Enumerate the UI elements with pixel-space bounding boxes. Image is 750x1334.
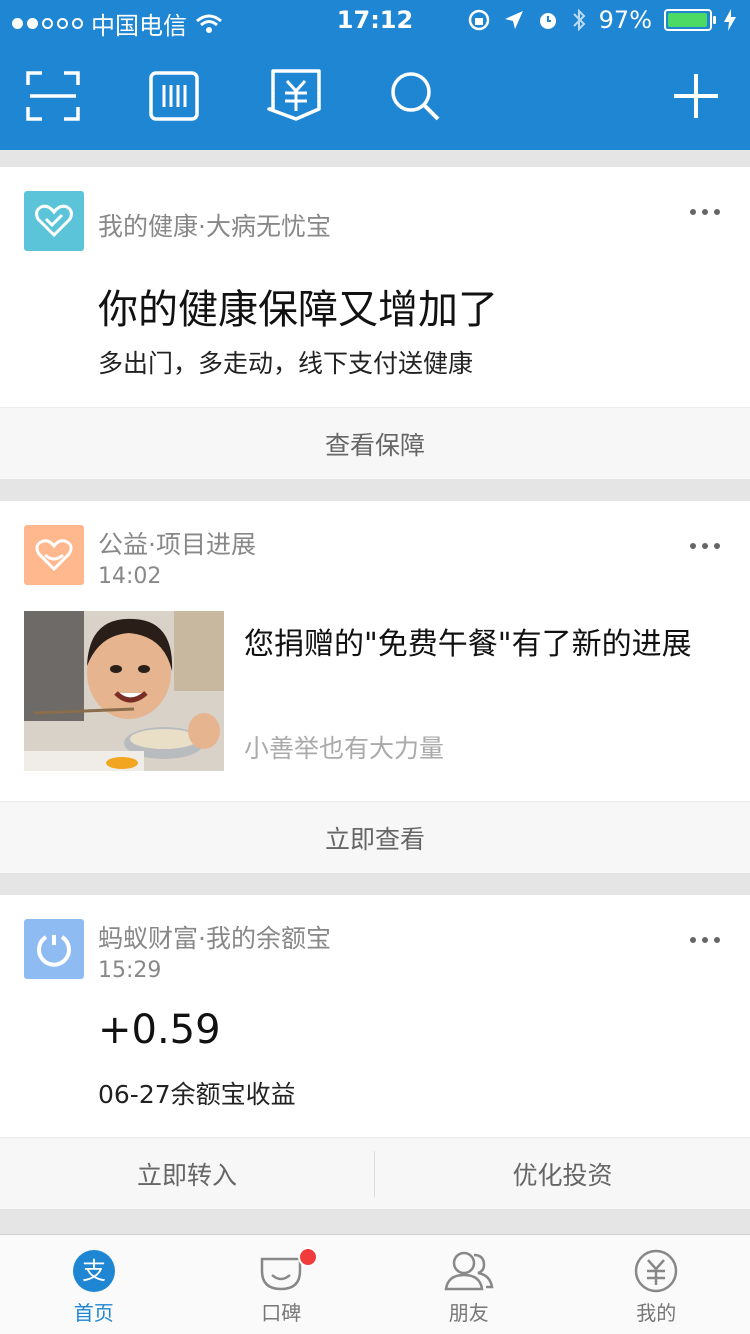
- view-now-button[interactable]: 立即查看: [0, 801, 750, 873]
- yuebao-card[interactable]: 蚂蚁财富·我的余额宝 15:29 +0.59 06-27余额宝收益 立即转入 优…: [0, 895, 750, 1209]
- card-desc: 小善举也有大力量: [244, 734, 445, 763]
- scan-icon: [26, 71, 80, 121]
- card-time: 14:02: [98, 564, 162, 589]
- more-icon[interactable]: [690, 541, 720, 551]
- card-source: 蚂蚁财富·我的余额宝: [98, 924, 331, 953]
- pay-icon: [267, 69, 321, 121]
- tab-friends[interactable]: 朋友: [375, 1235, 563, 1334]
- add-button[interactable]: [668, 68, 724, 124]
- yuebao-icon: [24, 919, 84, 979]
- tab-label: 首页: [73, 1301, 114, 1325]
- barcode-icon: [149, 71, 199, 121]
- wallet-icon: [635, 1249, 678, 1293]
- more-icon[interactable]: [690, 935, 720, 945]
- scan-button[interactable]: [25, 68, 81, 124]
- card-time: 15:29: [98, 958, 162, 983]
- optimize-investment-button[interactable]: 优化投资: [375, 1156, 750, 1192]
- notification-badge: [297, 1247, 318, 1267]
- charity-card[interactable]: 公益·项目进展 14:02 您捐赠的"免费午餐"有了新的进展 小善举也有大力量 …: [0, 501, 750, 873]
- card-source: 公益·项目进展: [98, 530, 256, 559]
- search-icon: [391, 72, 440, 121]
- search-button[interactable]: [387, 68, 443, 124]
- charity-icon: [24, 525, 84, 585]
- battery-icon: [664, 9, 716, 31]
- status-bar: 中国电信 17:12 97%: [0, 0, 750, 40]
- friends-icon: [444, 1251, 494, 1291]
- health-card[interactable]: 我的健康·大病无忧宝 你的健康保障又增加了 多出门，多走动，线下支付送健康 查看…: [0, 167, 750, 479]
- barcode-button[interactable]: [146, 68, 202, 124]
- location-icon: [504, 11, 523, 29]
- tab-home[interactable]: 支 首页: [0, 1235, 188, 1334]
- more-icon[interactable]: [690, 207, 720, 217]
- charging-icon: [724, 9, 736, 31]
- tab-label: 朋友: [448, 1301, 489, 1325]
- card-desc: 多出门，多走动，线下支付送健康: [98, 349, 474, 378]
- alarm-icon: [539, 13, 556, 29]
- alipay-home-icon: 支: [72, 1250, 115, 1292]
- transfer-in-button[interactable]: 立即转入: [0, 1156, 374, 1192]
- rotation-lock-icon: [468, 9, 489, 31]
- earnings-amount: +0.59: [98, 1007, 221, 1053]
- tab-bar: 支 首页 口碑 朋友 我的: [0, 1234, 750, 1334]
- view-coverage-button[interactable]: 查看保障: [0, 407, 750, 479]
- card-title: 您捐赠的"免费午餐"有了新的进展: [244, 627, 692, 662]
- card-source: 我的健康·大病无忧宝: [98, 212, 331, 241]
- tab-label: 我的: [636, 1301, 677, 1325]
- tab-label: 口碑: [261, 1301, 302, 1325]
- card-title: 你的健康保障又增加了: [98, 287, 498, 333]
- svg-text:支: 支: [82, 1257, 106, 1285]
- top-bar: 中国电信 17:12 97%: [0, 0, 750, 150]
- status-right: 97%: [467, 6, 736, 34]
- card-desc: 06-27余额宝收益: [98, 1080, 296, 1109]
- tab-mine[interactable]: 我的: [563, 1235, 750, 1334]
- yuebao-actions: 立即转入 优化投资: [0, 1137, 750, 1209]
- battery-percent: 97%: [598, 6, 652, 34]
- tab-koubei[interactable]: 口碑: [188, 1235, 376, 1334]
- add-icon: [674, 74, 718, 118]
- free-lunch-photo: [24, 611, 224, 771]
- health-icon: [24, 191, 84, 251]
- bluetooth-icon: [572, 8, 586, 32]
- pay-button[interactable]: [266, 68, 326, 124]
